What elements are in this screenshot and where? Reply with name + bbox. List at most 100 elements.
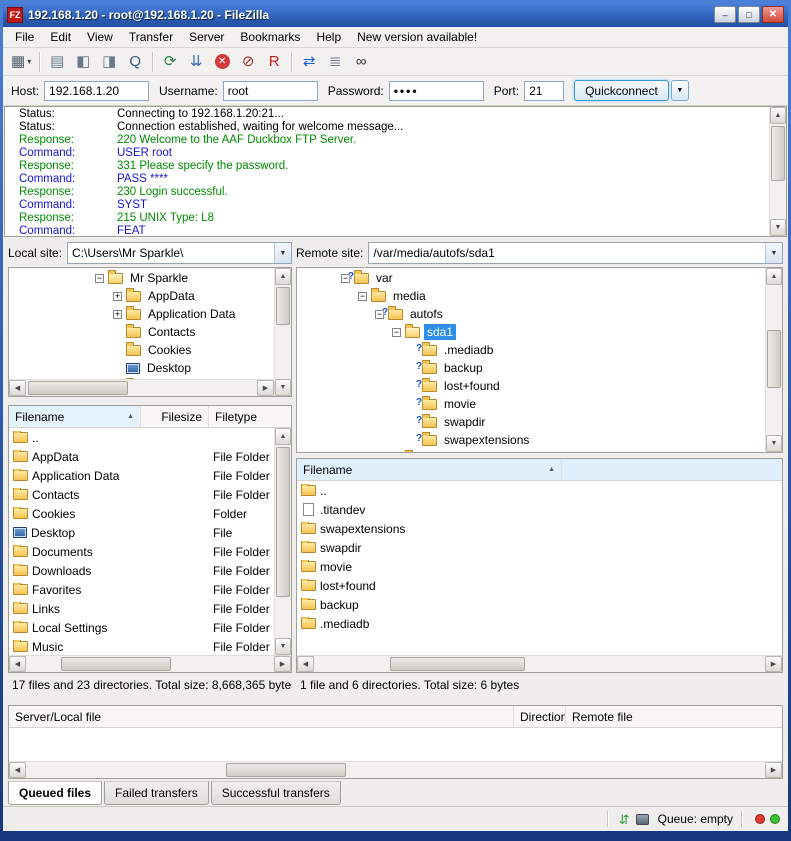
file-row-appdata[interactable]: AppDataFile Folder xyxy=(9,447,291,466)
network-status-icon[interactable] xyxy=(636,814,649,825)
menu-item-server[interactable]: Server xyxy=(181,27,232,47)
tree-item-lost-found[interactable]: ?lost+found xyxy=(297,377,765,395)
tree-item-application-data[interactable]: +Application Data xyxy=(9,305,274,323)
scroll-right-icon[interactable]: ▶ xyxy=(257,380,274,396)
tree-item-dvd[interactable]: ?dvd xyxy=(297,449,765,452)
scroll-thumb[interactable] xyxy=(28,381,128,395)
quickconnect-button[interactable]: Quickconnect xyxy=(574,80,669,101)
tab-successful-transfers[interactable]: Successful transfers xyxy=(211,781,341,805)
collapse-toggle-icon[interactable]: − xyxy=(392,328,401,337)
tab-failed-transfers[interactable]: Failed transfers xyxy=(104,781,209,805)
file-row-swapextensions[interactable]: swapextensions xyxy=(297,519,782,538)
scroll-up-icon[interactable]: ▲ xyxy=(275,428,291,445)
tree-item-media[interactable]: −media xyxy=(297,287,765,305)
expand-toggle-icon[interactable]: + xyxy=(113,310,122,319)
toggle-queue-button[interactable]: Q xyxy=(123,50,147,74)
tree-item-desktop[interactable]: Desktop xyxy=(9,359,274,377)
column-header-filesize[interactable]: Filesize xyxy=(141,406,209,427)
file-row-swapdir[interactable]: swapdir xyxy=(297,538,782,557)
maximize-button[interactable]: □ xyxy=(738,6,760,23)
speed-limits-icon[interactable]: ⇵ xyxy=(619,813,630,826)
file-row-item[interactable]: .. xyxy=(9,428,291,447)
column-header-server-local-file[interactable]: Server/Local file xyxy=(9,706,514,727)
process-queue-button[interactable]: ⇊ xyxy=(184,50,208,74)
local-tree-vscrollbar[interactable]: ▲ ▼ xyxy=(274,268,291,396)
combo-dropdown-icon[interactable]: ▼ xyxy=(765,243,782,263)
quickconnect-dropdown-button[interactable]: ▼ xyxy=(671,80,689,101)
file-row-local-settings[interactable]: Local SettingsFile Folder xyxy=(9,618,291,637)
synchronized-browsing-button[interactable]: ≣ xyxy=(323,50,347,74)
queue-hscrollbar[interactable]: ◀ ▶ xyxy=(9,761,782,778)
column-header-filename[interactable]: Filename ▲ xyxy=(297,459,562,480)
file-row-favorites[interactable]: FavoritesFile Folder xyxy=(9,580,291,599)
expand-toggle-icon[interactable]: + xyxy=(113,292,122,301)
file-row-application-data[interactable]: Application DataFile Folder xyxy=(9,466,291,485)
disconnect-button[interactable]: ⊘ xyxy=(236,50,260,74)
scroll-up-icon[interactable]: ▲ xyxy=(770,107,786,124)
scroll-down-icon[interactable]: ▼ xyxy=(275,638,291,655)
toggle-message-log-button[interactable]: ▤ xyxy=(45,50,69,74)
titlebar[interactable]: FZ 192.168.1.20 - root@192.168.1.20 - Fi… xyxy=(3,2,788,27)
scroll-thumb[interactable] xyxy=(226,763,346,777)
tree-item-mr-sparkle[interactable]: −Mr Sparkle xyxy=(9,269,274,287)
scroll-thumb[interactable] xyxy=(276,287,290,325)
toggle-local-tree-button[interactable]: ◧ xyxy=(71,50,95,74)
file-row-backup[interactable]: backup xyxy=(297,595,782,614)
scroll-right-icon[interactable]: ▶ xyxy=(274,656,291,672)
menu-item-help[interactable]: Help xyxy=(308,27,349,47)
tree-item-backup[interactable]: ?backup xyxy=(297,359,765,377)
reconnect-button[interactable]: R xyxy=(262,50,286,74)
transfer-queue-body[interactable] xyxy=(9,728,782,761)
log-scrollbar[interactable]: ▲ ▼ xyxy=(769,107,786,236)
scroll-thumb[interactable] xyxy=(61,657,171,671)
tree-item-appdata[interactable]: +AppData xyxy=(9,287,274,305)
scroll-up-icon[interactable]: ▲ xyxy=(766,268,782,285)
file-row-movie[interactable]: movie xyxy=(297,557,782,576)
remote-list-hscrollbar[interactable]: ◀ ▶ xyxy=(297,655,782,672)
file-row-cookies[interactable]: CookiesFolder xyxy=(9,504,291,523)
scroll-down-icon[interactable]: ▼ xyxy=(275,379,291,396)
menu-item-edit[interactable]: Edit xyxy=(42,27,79,47)
file-row-mediadb[interactable]: .mediadb xyxy=(297,614,782,633)
cancel-button[interactable]: ✕ xyxy=(210,50,234,74)
scroll-left-icon[interactable]: ◀ xyxy=(9,762,26,778)
column-header-filetype[interactable]: Filetype xyxy=(209,406,291,427)
close-button[interactable]: ✕ xyxy=(762,6,784,23)
host-input[interactable] xyxy=(44,81,149,101)
scroll-right-icon[interactable]: ▶ xyxy=(765,762,782,778)
remote-site-combobox[interactable]: /var/media/autofs/sda1 ▼ xyxy=(368,242,783,264)
tree-item-cookies[interactable]: Cookies xyxy=(9,341,274,359)
minimize-button[interactable]: – xyxy=(714,6,736,23)
remote-tree-vscrollbar[interactable]: ▲ ▼ xyxy=(765,268,782,452)
file-row-downloads[interactable]: DownloadsFile Folder xyxy=(9,561,291,580)
scroll-thumb[interactable] xyxy=(771,126,785,181)
file-row-lost-found[interactable]: lost+found xyxy=(297,576,782,595)
menu-item-transfer[interactable]: Transfer xyxy=(121,27,181,47)
menu-item-new-version-available[interactable]: New version available! xyxy=(349,27,485,47)
find-files-button[interactable]: ∞ xyxy=(349,50,373,74)
tree-item-sda1[interactable]: −sda1 xyxy=(297,323,765,341)
site-manager-button[interactable]: ▦▾ xyxy=(8,50,34,74)
file-row-titandev[interactable]: .titandev xyxy=(297,500,782,519)
file-row-item[interactable]: .. xyxy=(297,481,782,500)
scroll-thumb[interactable] xyxy=(276,447,290,597)
collapse-toggle-icon[interactable]: − xyxy=(358,292,367,301)
collapse-toggle-icon[interactable]: − xyxy=(95,274,104,283)
local-tree-hscrollbar[interactable]: ◀ ▶ xyxy=(9,379,274,396)
scroll-right-icon[interactable]: ▶ xyxy=(765,656,782,672)
local-site-combobox[interactable]: C:\Users\Mr Sparkle\ ▼ xyxy=(67,242,292,264)
menu-item-view[interactable]: View xyxy=(79,27,121,47)
scroll-down-icon[interactable]: ▼ xyxy=(770,219,786,236)
combo-dropdown-icon[interactable]: ▼ xyxy=(274,243,291,263)
scroll-left-icon[interactable]: ◀ xyxy=(9,656,26,672)
scroll-thumb[interactable] xyxy=(767,330,781,388)
scroll-left-icon[interactable]: ◀ xyxy=(297,656,314,672)
file-row-music[interactable]: MusicFile Folder xyxy=(9,637,291,656)
menu-item-bookmarks[interactable]: Bookmarks xyxy=(232,27,308,47)
tree-item-swapextensions[interactable]: ?swapextensions xyxy=(297,431,765,449)
toggle-remote-tree-button[interactable]: ◨ xyxy=(97,50,121,74)
password-input[interactable] xyxy=(389,81,484,101)
column-header-remote-file[interactable]: Remote file xyxy=(566,706,782,727)
file-row-contacts[interactable]: ContactsFile Folder xyxy=(9,485,291,504)
port-input[interactable] xyxy=(524,81,564,101)
